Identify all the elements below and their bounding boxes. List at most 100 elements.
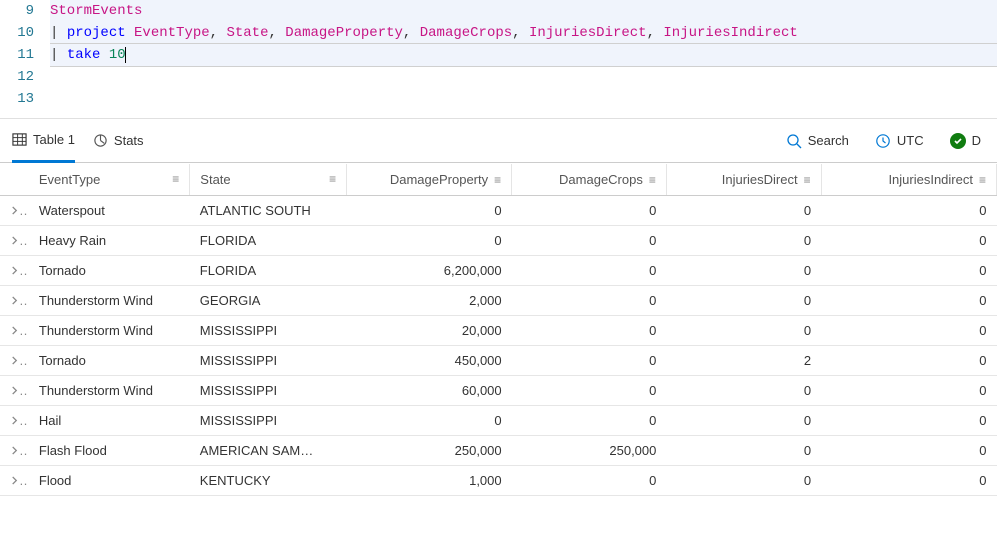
tab-table-1[interactable]: Table 1 bbox=[12, 119, 75, 163]
expand-row-button[interactable] bbox=[0, 196, 29, 226]
cell-damageproperty: 20,000 bbox=[347, 316, 512, 346]
tab-label: Table 1 bbox=[33, 132, 75, 147]
filter-icon[interactable]: ≡ bbox=[649, 173, 656, 187]
filter-icon[interactable]: ≡ bbox=[329, 172, 336, 186]
cell-injuriesdirect: 0 bbox=[666, 286, 821, 316]
column-header-damagecrops[interactable]: DamageCrops ≡ bbox=[512, 164, 667, 196]
cell-injuriesindirect: 0 bbox=[821, 286, 996, 316]
cell-state: GEORGIA bbox=[190, 286, 347, 316]
cell-damageproperty: 250,000 bbox=[347, 436, 512, 466]
cell-injuriesdirect: 0 bbox=[666, 226, 821, 256]
timezone-button[interactable]: UTC bbox=[871, 119, 928, 163]
code-line[interactable]: | take 10 bbox=[50, 43, 997, 67]
expand-row-button[interactable] bbox=[0, 406, 29, 436]
cell-injuriesindirect: 0 bbox=[821, 316, 996, 346]
line-number: 13 bbox=[0, 88, 50, 110]
expand-row-button[interactable] bbox=[0, 436, 29, 466]
status-done[interactable]: D bbox=[946, 119, 985, 163]
filter-icon[interactable]: ≡ bbox=[494, 173, 501, 187]
results-table-wrap: EventType≡State≡DamageProperty≡DamageCro… bbox=[0, 163, 997, 496]
check-icon bbox=[950, 133, 966, 149]
cell-damageproperty: 0 bbox=[347, 226, 512, 256]
table-row[interactable]: FloodKENTUCKY1,000000 bbox=[0, 466, 997, 496]
table-row[interactable]: Flash FloodAMERICAN SAM…250,000250,00000 bbox=[0, 436, 997, 466]
code-line[interactable] bbox=[50, 66, 997, 88]
column-label: InjuriesIndirect bbox=[888, 172, 973, 187]
table-row[interactable]: TornadoMISSISSIPPI450,000020 bbox=[0, 346, 997, 376]
table-row[interactable]: HailMISSISSIPPI0000 bbox=[0, 406, 997, 436]
filter-icon[interactable]: ≡ bbox=[979, 173, 986, 187]
column-header-injuriesindirect[interactable]: InjuriesIndirect ≡ bbox=[821, 164, 996, 196]
cell-eventtype: Flood bbox=[29, 466, 190, 496]
expand-row-button[interactable] bbox=[0, 256, 29, 286]
table-row[interactable]: Thunderstorm WindMISSISSIPPI20,000000 bbox=[0, 316, 997, 346]
cell-injuriesindirect: 0 bbox=[821, 196, 996, 226]
expand-row-button[interactable] bbox=[0, 376, 29, 406]
column-label: State bbox=[200, 172, 230, 187]
cell-injuriesindirect: 0 bbox=[821, 406, 996, 436]
search-label: Search bbox=[808, 133, 849, 148]
cell-injuriesdirect: 0 bbox=[666, 256, 821, 286]
code-line[interactable] bbox=[50, 88, 997, 110]
cell-state: FLORIDA bbox=[190, 226, 347, 256]
column-header-damageproperty[interactable]: DamageProperty ≡ bbox=[347, 164, 512, 196]
expand-row-button[interactable] bbox=[0, 466, 29, 496]
status-label: D bbox=[972, 133, 981, 148]
cell-damagecrops: 0 bbox=[512, 196, 667, 226]
cell-eventtype: Flash Flood bbox=[29, 436, 190, 466]
code-line[interactable]: | project EventType, State, DamageProper… bbox=[50, 22, 997, 44]
table-row[interactable]: Thunderstorm WindGEORGIA2,000000 bbox=[0, 286, 997, 316]
cell-injuriesindirect: 0 bbox=[821, 376, 996, 406]
expand-column-header bbox=[0, 164, 29, 196]
cell-eventtype: Thunderstorm Wind bbox=[29, 286, 190, 316]
table-row[interactable]: Thunderstorm WindMISSISSIPPI60,000000 bbox=[0, 376, 997, 406]
query-editor[interactable]: 9StormEvents10| project EventType, State… bbox=[0, 0, 997, 119]
clock-icon bbox=[875, 133, 891, 149]
results-toolbar: Table 1 Stats Search UTC D bbox=[0, 119, 997, 163]
cell-damagecrops: 0 bbox=[512, 406, 667, 436]
code-line[interactable]: StormEvents bbox=[50, 0, 997, 22]
cell-eventtype: Tornado bbox=[29, 346, 190, 376]
cell-state: MISSISSIPPI bbox=[190, 406, 347, 436]
expand-row-button[interactable] bbox=[0, 346, 29, 376]
cell-injuriesdirect: 0 bbox=[666, 406, 821, 436]
cell-damagecrops: 0 bbox=[512, 376, 667, 406]
table-row[interactable]: TornadoFLORIDA6,200,000000 bbox=[0, 256, 997, 286]
cell-state: MISSISSIPPI bbox=[190, 346, 347, 376]
column-label: DamageCrops bbox=[559, 172, 643, 187]
cell-injuriesindirect: 0 bbox=[821, 466, 996, 496]
cell-damagecrops: 0 bbox=[512, 466, 667, 496]
cell-eventtype: Thunderstorm Wind bbox=[29, 376, 190, 406]
expand-row-button[interactable] bbox=[0, 286, 29, 316]
expand-row-button[interactable] bbox=[0, 226, 29, 256]
cell-damageproperty: 0 bbox=[347, 196, 512, 226]
timezone-label: UTC bbox=[897, 133, 924, 148]
line-number: 10 bbox=[0, 22, 50, 44]
column-header-injuriesdirect[interactable]: InjuriesDirect≡ bbox=[666, 164, 821, 196]
tab-stats[interactable]: Stats bbox=[93, 119, 144, 163]
cell-damagecrops: 0 bbox=[512, 286, 667, 316]
column-label: DamageProperty bbox=[390, 172, 488, 187]
cell-damageproperty: 0 bbox=[347, 406, 512, 436]
cell-eventtype: Hail bbox=[29, 406, 190, 436]
cell-eventtype: Thunderstorm Wind bbox=[29, 316, 190, 346]
table-row[interactable]: Heavy RainFLORIDA0000 bbox=[0, 226, 997, 256]
cell-state: FLORIDA bbox=[190, 256, 347, 286]
cell-injuriesindirect: 0 bbox=[821, 346, 996, 376]
table-row[interactable]: WaterspoutATLANTIC SOUTH0000 bbox=[0, 196, 997, 226]
cell-damageproperty: 2,000 bbox=[347, 286, 512, 316]
search-button[interactable]: Search bbox=[782, 119, 853, 163]
expand-row-button[interactable] bbox=[0, 316, 29, 346]
cell-eventtype: Tornado bbox=[29, 256, 190, 286]
cell-damageproperty: 60,000 bbox=[347, 376, 512, 406]
stats-icon bbox=[93, 133, 108, 148]
filter-icon[interactable]: ≡ bbox=[172, 172, 179, 186]
column-header-state[interactable]: State ≡ bbox=[190, 164, 347, 196]
line-number: 12 bbox=[0, 66, 50, 88]
column-label: EventType bbox=[39, 172, 100, 187]
column-header-eventtype[interactable]: EventType ≡ bbox=[29, 164, 190, 196]
filter-icon[interactable]: ≡ bbox=[804, 173, 811, 187]
results-table: EventType≡State≡DamageProperty≡DamageCro… bbox=[0, 164, 997, 496]
cell-damageproperty: 450,000 bbox=[347, 346, 512, 376]
cell-state: MISSISSIPPI bbox=[190, 376, 347, 406]
